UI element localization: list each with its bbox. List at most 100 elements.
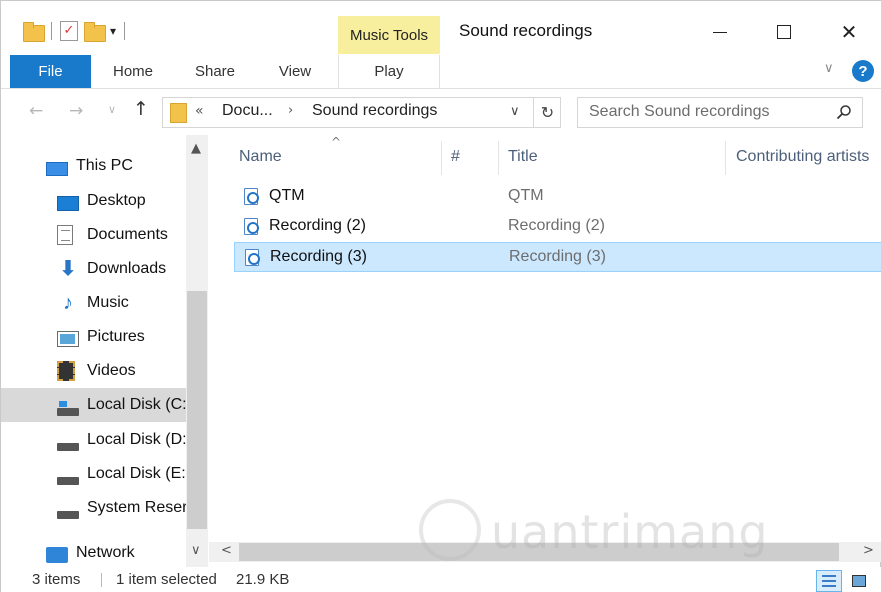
- scroll-right-icon[interactable]: >: [863, 543, 874, 558]
- details-view-button[interactable]: [816, 570, 842, 592]
- customize-qat-icon[interactable]: ▾: [110, 24, 116, 38]
- column-header-name[interactable]: Name: [239, 141, 282, 173]
- recent-locations-chevron-icon[interactable]: ∨: [108, 103, 116, 116]
- nav-item-label: Local Disk (E:: [87, 465, 186, 482]
- sort-ascending-icon: ^: [331, 135, 342, 149]
- nav-item-videos[interactable]: Videos: [1, 354, 186, 388]
- large-icons-view-icon: [852, 575, 866, 587]
- breadcrumb-sound-recordings[interactable]: Sound recordings: [312, 102, 437, 120]
- column-header-number[interactable]: #: [451, 141, 460, 173]
- breadcrumb-separator[interactable]: ›: [288, 103, 293, 118]
- nav-item-label: Music: [87, 294, 129, 311]
- audio-file-icon: [244, 188, 259, 205]
- file-name: Recording (2): [269, 217, 366, 234]
- nav-item-label: Documents: [87, 226, 168, 243]
- up-arrow-icon[interactable]: ↑: [133, 98, 149, 120]
- nav-item-desktop[interactable]: Desktop: [1, 184, 186, 218]
- scrollbar-thumb[interactable]: [239, 543, 839, 561]
- item-count: 3 items: [32, 571, 81, 588]
- file-name: QTM: [269, 187, 305, 204]
- address-dropdown-icon[interactable]: ∨: [510, 104, 520, 119]
- column-header-contributing-artists[interactable]: Contributing artists: [736, 141, 869, 173]
- nav-item-label: Local Disk (C:: [87, 396, 186, 413]
- tab-play[interactable]: Play: [338, 55, 440, 88]
- maximize-button[interactable]: [759, 15, 809, 49]
- music-icon: ♪: [63, 292, 73, 314]
- nav-item-label: Downloads: [87, 260, 167, 277]
- refresh-icon[interactable]: ↻: [533, 98, 561, 127]
- help-icon[interactable]: ?: [852, 60, 874, 82]
- file-explorer-window: ✓ ▾ Music Tools Sound recordings ✕ File …: [0, 0, 881, 592]
- tab-view[interactable]: View: [263, 55, 327, 88]
- column-divider[interactable]: [441, 141, 442, 175]
- nav-item-label: Videos: [87, 362, 136, 379]
- properties-icon[interactable]: ✓: [60, 21, 78, 41]
- tab-share[interactable]: Share: [181, 55, 249, 88]
- column-divider[interactable]: [498, 141, 499, 175]
- drive-icon: [57, 511, 79, 519]
- file-list: ^ Name # Title Contributing artists QTM …: [209, 135, 881, 543]
- scroll-left-icon[interactable]: <: [221, 543, 232, 558]
- minimize-button[interactable]: [695, 15, 745, 49]
- expand-ribbon-icon[interactable]: ∨: [824, 61, 834, 76]
- scrollbar-thumb[interactable]: [187, 291, 207, 529]
- nav-item-label: Local Disk (D:: [87, 431, 186, 448]
- navigation-pane: This PC Desktop Documents ⬇ Downloads ♪ …: [1, 135, 209, 567]
- new-folder-icon[interactable]: [84, 22, 106, 42]
- nav-item-local-disk-c[interactable]: Local Disk (C:: [1, 388, 186, 422]
- file-row[interactable]: QTM QTM: [234, 182, 881, 212]
- nav-item-documents[interactable]: Documents: [1, 218, 186, 252]
- audio-file-icon: [245, 249, 260, 266]
- scroll-down-icon[interactable]: ∨: [191, 543, 201, 558]
- nav-item-label: Desktop: [87, 192, 146, 209]
- nav-item-this-pc[interactable]: This PC: [1, 149, 186, 183]
- drive-icon: [57, 477, 79, 485]
- nav-item-network[interactable]: Network: [1, 536, 186, 570]
- nav-item-system-reserved[interactable]: System Reser: [1, 491, 186, 525]
- window-title: Sound recordings: [459, 21, 593, 40]
- nav-item-music[interactable]: ♪ Music: [1, 286, 186, 320]
- downloads-icon: ⬇: [59, 258, 77, 280]
- file-row-selected[interactable]: Recording (3) Recording (3): [234, 242, 881, 272]
- forward-arrow-icon[interactable]: →: [69, 101, 83, 121]
- horizontal-scrollbar[interactable]: < >: [209, 542, 881, 562]
- column-divider[interactable]: [725, 141, 726, 175]
- nav-item-local-disk-d[interactable]: Local Disk (D:: [1, 423, 186, 457]
- tab-home[interactable]: Home: [97, 55, 169, 88]
- network-icon: [46, 547, 68, 563]
- breadcrumb-documents[interactable]: Docu...: [222, 102, 273, 120]
- file-title: Recording (3): [509, 248, 606, 265]
- large-icons-view-button[interactable]: [846, 570, 872, 592]
- close-icon: ✕: [840, 20, 858, 44]
- minimize-icon: [713, 31, 727, 33]
- search-icon[interactable]: [836, 104, 852, 120]
- system-drive-icon: [57, 401, 79, 416]
- back-arrow-icon[interactable]: ←: [29, 101, 43, 121]
- file-title: QTM: [508, 187, 544, 204]
- this-pc-icon: [46, 162, 68, 176]
- column-header-title[interactable]: Title: [508, 141, 538, 173]
- address-bar[interactable]: « Docu... › Sound recordings ∨ ↻: [162, 97, 561, 128]
- nav-item-downloads[interactable]: ⬇ Downloads: [1, 252, 186, 286]
- ribbon-tabs: File Home Share View Play: [1, 55, 881, 89]
- tab-file[interactable]: File: [10, 55, 91, 88]
- quick-access-toolbar: ✓ ▾: [23, 17, 127, 45]
- scroll-up-icon[interactable]: ▲: [191, 141, 201, 156]
- maximize-icon: [777, 25, 791, 39]
- nav-item-pictures[interactable]: Pictures: [1, 320, 186, 354]
- nav-item-local-disk-e[interactable]: Local Disk (E:: [1, 457, 186, 491]
- title-bar: ✓ ▾ Music Tools Sound recordings ✕: [1, 1, 881, 55]
- navigation-pane-scrollbar[interactable]: ▲ ∨: [186, 135, 208, 567]
- search-box[interactable]: Search Sound recordings: [577, 97, 863, 128]
- folder-icon: [23, 22, 45, 42]
- nav-item-label: Pictures: [87, 328, 145, 345]
- qat-separator: [124, 22, 126, 40]
- file-row[interactable]: Recording (2) Recording (2): [234, 212, 881, 242]
- desktop-icon: [57, 195, 79, 211]
- details-view-icon: [822, 575, 836, 587]
- audio-file-icon: [244, 218, 259, 235]
- address-overflow-chevron[interactable]: «: [195, 103, 204, 119]
- music-tools-contextual-header: Music Tools: [338, 16, 440, 54]
- close-button[interactable]: ✕: [824, 15, 874, 49]
- status-bar: 3 items 1 item selected 21.9 KB: [1, 567, 881, 592]
